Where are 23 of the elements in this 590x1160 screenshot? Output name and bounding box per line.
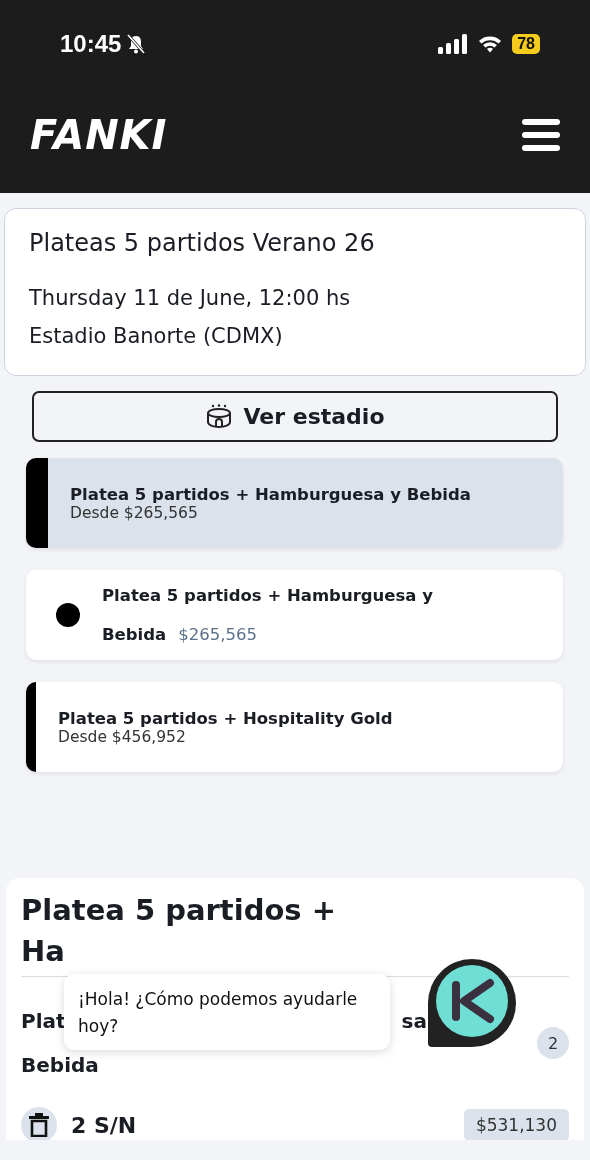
view-stadium-button[interactable]: Ver estadio [32, 391, 558, 442]
option-price: Desde $456,952 [58, 727, 187, 746]
cart-item-name: Plat [21, 1008, 66, 1035]
ticket-option[interactable]: Platea 5 partidos + Hamburguesa y Bebida $265,565 [26, 570, 563, 660]
clock-time: 10:45 [60, 30, 122, 58]
event-title: Plateas 5 partidos Verano 26 [29, 229, 376, 257]
ticket-option[interactable]: Platea 5 partidos + Hamburguesa y Bebida Desde $265,565 [26, 458, 563, 548]
cart-item-name: sa [401, 1008, 427, 1035]
ticket-option[interactable]: Platea 5 partidos + Hospitality Gold Desde $456,952 [26, 682, 563, 772]
quantity-badge: 2 [537, 1027, 569, 1059]
total-price: $531,130 [463, 1109, 569, 1140]
option-name: Platea 5 partidos + Hamburguesa y Bebida [70, 484, 471, 504]
chat-greeting[interactable]: ¡Hola! ¿Cómo podemos ayudarle hoy? [64, 974, 390, 1050]
option-name: Platea 5 partidos + Hospitality Gold [58, 708, 393, 728]
brand-logo[interactable]: FANKI [30, 111, 168, 158]
event-venue: Estadio Banorte (CDMX) [29, 323, 284, 350]
cart-item-name: Bebida [21, 1052, 100, 1079]
battery-level: 78 [512, 34, 540, 54]
option-label: Platea 5 partidos + Hamburguesa y Bebida $265,565 [102, 585, 434, 646]
seat-label: 2 S/N [71, 1112, 138, 1138]
selection-title: Platea 5 partidos + Ha [21, 892, 337, 970]
option-price: Desde $265,565 [70, 503, 199, 522]
event-date: Thursday 11 de June, 12:00 hs [29, 285, 352, 312]
